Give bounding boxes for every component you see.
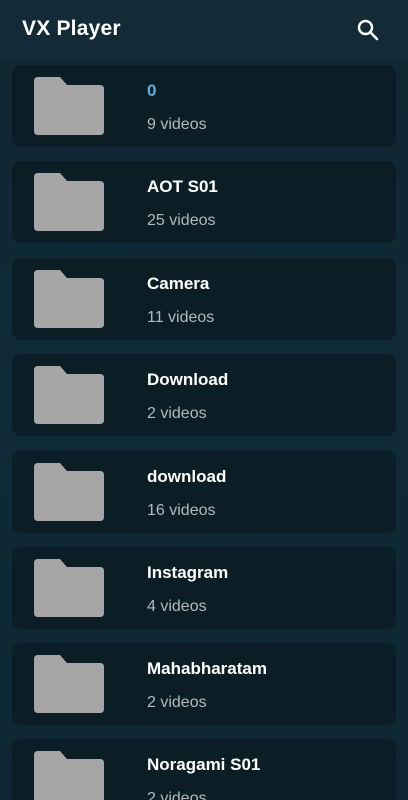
folder-video-count: 4 videos bbox=[147, 598, 207, 615]
folder-name: Download bbox=[147, 370, 229, 389]
folder-video-count: 2 videos bbox=[147, 694, 207, 711]
folder-list: 0 9 videos AOT S01 25 videos Camera 11 v… bbox=[0, 62, 408, 800]
app-bar: VX Player bbox=[0, 0, 408, 62]
folder-icon bbox=[34, 655, 104, 713]
folder-item[interactable]: Noragami S01 2 videos bbox=[12, 739, 396, 800]
folder-name: Mahabharatam bbox=[147, 659, 267, 678]
folder-item[interactable]: Camera 11 videos bbox=[12, 258, 396, 340]
folder-item[interactable]: 0 9 videos bbox=[12, 65, 396, 147]
folder-name: download bbox=[147, 467, 227, 486]
folder-name: Noragami S01 bbox=[147, 755, 261, 774]
folder-name: 0 bbox=[147, 81, 157, 100]
folder-icon bbox=[34, 559, 104, 617]
folder-item[interactable]: Instagram 4 videos bbox=[12, 547, 396, 629]
screen: VX Player 0 9 videos AOT S01 25 videos C… bbox=[0, 0, 408, 800]
folder-icon bbox=[34, 366, 104, 424]
folder-item[interactable]: AOT S01 25 videos bbox=[12, 161, 396, 243]
folder-item[interactable]: download 16 videos bbox=[12, 451, 396, 533]
folder-video-count: 16 videos bbox=[147, 502, 216, 519]
folder-icon bbox=[34, 173, 104, 231]
folder-video-count: 9 videos bbox=[147, 116, 207, 133]
folder-item[interactable]: Download 2 videos bbox=[12, 354, 396, 436]
search-icon bbox=[357, 19, 379, 41]
folder-icon bbox=[34, 270, 104, 328]
folder-video-count: 2 videos bbox=[147, 790, 207, 800]
folder-name: Camera bbox=[147, 274, 210, 293]
folder-name: Instagram bbox=[147, 563, 229, 582]
folder-icon bbox=[34, 751, 104, 800]
search-button[interactable] bbox=[352, 14, 384, 46]
folder-video-count: 11 videos bbox=[147, 309, 215, 326]
folder-video-count: 2 videos bbox=[147, 405, 207, 422]
folder-name: AOT S01 bbox=[147, 177, 218, 196]
folder-icon bbox=[34, 463, 104, 521]
folder-video-count: 25 videos bbox=[147, 212, 216, 229]
folder-item[interactable]: Mahabharatam 2 videos bbox=[12, 643, 396, 725]
folder-icon bbox=[34, 77, 104, 135]
app-title: VX Player bbox=[22, 17, 121, 40]
